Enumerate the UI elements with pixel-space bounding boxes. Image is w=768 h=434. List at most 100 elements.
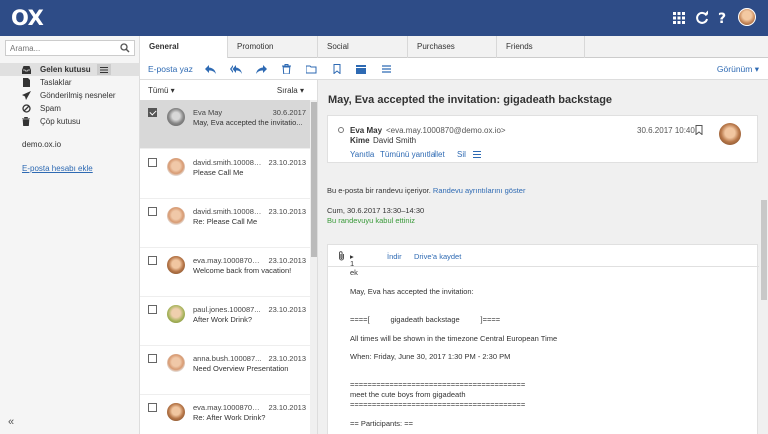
filter-dropdown[interactable]: Tümü ▾ <box>148 86 175 95</box>
folder-sent[interactable]: Gönderilmiş nesneler <box>0 89 140 102</box>
sender-avatar <box>167 305 185 323</box>
tab-promotion[interactable]: Promotion <box>228 36 318 58</box>
archive-icon[interactable] <box>355 63 367 75</box>
sender-avatar <box>167 158 185 176</box>
forward-icon[interactable] <box>255 63 267 75</box>
collapse-sidebar-icon[interactable]: « <box>8 416 14 428</box>
reply-all-button[interactable]: Tümünü yanıtla <box>380 150 435 159</box>
message-subject: May, Eva accepted the invitatio... <box>193 118 303 127</box>
message-date: 23.10.2013 <box>268 256 306 265</box>
body-line: ======================================== <box>350 380 526 389</box>
compose-button[interactable]: E-posta yaz <box>148 64 193 74</box>
more-menu-icon[interactable] <box>380 63 392 75</box>
sent-icon <box>21 91 31 100</box>
folder-drafts[interactable]: Taslaklar <box>0 76 140 89</box>
message-from: david.smith.100087... <box>193 207 263 216</box>
add-account-link[interactable]: E-posta hesabı ekle <box>22 164 93 173</box>
message-body-card: 1 ek ▸ İndir Drive'a kaydet May, Eva has… <box>327 244 759 434</box>
folder-spam[interactable]: Spam <box>0 102 140 115</box>
message-checkbox[interactable] <box>148 158 157 167</box>
sort-dropdown[interactable]: Sırala ▾ <box>277 86 304 95</box>
appointment-time: Cum, 30.6.2017 13:30–14:30 <box>327 206 425 215</box>
tab-general[interactable]: General <box>140 36 228 59</box>
message-checkbox[interactable] <box>148 354 157 363</box>
top-bar: OX ? <box>0 0 768 36</box>
account-name[interactable]: demo.ox.io <box>22 140 61 149</box>
tab-social[interactable]: Social <box>318 36 408 58</box>
appointment-details-link[interactable]: Randevu ayrıntılarını göster <box>433 186 526 195</box>
user-avatar[interactable] <box>738 8 756 26</box>
sender-avatar <box>167 256 185 274</box>
message-checkbox[interactable] <box>148 207 157 216</box>
folder-label: Gelen kutusu <box>40 65 91 74</box>
message-date: 23.10.2013 <box>268 354 306 363</box>
message-row[interactable]: david.smith.100087... 23.10.2013 Please … <box>140 150 310 199</box>
sender-avatar <box>167 108 185 126</box>
help-icon[interactable]: ? <box>714 10 730 26</box>
message-row[interactable]: eva.may.1000870@... 23.10.2013 Welcome b… <box>140 248 310 297</box>
bookmark-icon[interactable] <box>331 63 343 75</box>
message-row[interactable]: Eva May 30.6.2017 May, Eva accepted the … <box>140 100 310 149</box>
folder-label: Çöp kutusu <box>40 117 81 126</box>
inbox-icon <box>21 65 31 74</box>
delete-icon[interactable] <box>280 63 292 75</box>
apps-grid-icon[interactable] <box>671 10 687 26</box>
detail-scrollbar-thumb[interactable] <box>761 200 767 300</box>
list-header: Tümü ▾ Sırala ▾ <box>140 80 310 100</box>
message-title: May, Eva accepted the invitation: gigade… <box>328 94 613 106</box>
attachment-count[interactable]: 1 ek ▸ <box>350 252 358 277</box>
sender-email: <eva.may.1000870@demo.ox.io> <box>386 126 506 135</box>
message-datetime: 30.6.2017 10:40 <box>637 126 695 135</box>
search-input[interactable] <box>6 41 114 55</box>
reply-icon[interactable] <box>204 63 216 75</box>
unread-indicator-icon[interactable] <box>338 127 344 133</box>
message-date: 23.10.2013 <box>268 305 306 314</box>
delete-button[interactable]: Sil <box>457 150 466 159</box>
recipient-name[interactable]: David Smith <box>373 136 416 145</box>
message-checkbox[interactable] <box>148 403 157 412</box>
tab-friends[interactable]: Friends <box>497 36 585 58</box>
message-subject: Welcome back from vacation! <box>193 266 292 275</box>
body-line: May, Eva has accepted the invitation: <box>350 287 474 296</box>
draft-icon <box>21 78 31 87</box>
forward-button[interactable]: İlet <box>434 150 445 159</box>
more-actions-icon[interactable] <box>473 151 481 158</box>
category-tabs: General Promotion Social Purchases Frien… <box>140 36 768 59</box>
message-row[interactable]: paul.jones.100087... 23.10.2013 After Wo… <box>140 297 310 346</box>
appointment-notice-text: Bu e-posta bir randevu içeriyor. <box>327 186 431 195</box>
message-from: paul.jones.100087... <box>193 305 261 314</box>
reply-all-icon[interactable] <box>230 63 242 75</box>
attachment-count-label: 1 ek <box>350 259 358 277</box>
save-to-drive-button[interactable]: Drive'a kaydet <box>414 252 461 261</box>
ox-logo[interactable]: OX <box>11 6 44 30</box>
message-row[interactable]: david.smith.100087... 23.10.2013 Re: Ple… <box>140 199 310 248</box>
message-header-card: Eva May <eva.may.1000870@demo.ox.io> Kim… <box>327 115 758 163</box>
view-dropdown[interactable]: Görünüm ▾ <box>717 64 759 75</box>
message-row[interactable]: eva.may.1000870@... 23.10.2013 Re: After… <box>140 395 310 434</box>
download-button[interactable]: İndir <box>387 252 402 261</box>
flag-icon[interactable] <box>695 125 703 135</box>
message-subject: After Work Drink? <box>193 315 253 324</box>
tab-purchases[interactable]: Purchases <box>408 36 497 58</box>
message-checkbox[interactable] <box>148 305 157 314</box>
sort-label: Sırala <box>276 86 298 95</box>
message-subject: Re: After Work Drink? <box>193 413 266 422</box>
message-from: Eva May <box>193 108 223 117</box>
search-field[interactable] <box>5 40 135 56</box>
folder-sidebar: Gelen kutusu Taslaklar Gönderilmiş nesne… <box>0 36 140 434</box>
refresh-icon[interactable] <box>694 10 710 26</box>
message-checkbox[interactable] <box>148 256 157 265</box>
reply-button[interactable]: Yanıtla <box>350 150 374 159</box>
list-scrollbar-thumb[interactable] <box>311 102 317 257</box>
folder-inbox[interactable]: Gelen kutusu <box>0 63 140 76</box>
body-line: ======================================== <box>350 400 526 409</box>
move-folder-icon[interactable] <box>305 63 317 75</box>
search-icon[interactable] <box>120 43 130 53</box>
folder-label: Gönderilmiş nesneler <box>40 91 116 100</box>
sender-name[interactable]: Eva May <box>350 126 382 135</box>
body-line: == Participants: == <box>350 419 413 428</box>
message-row[interactable]: anna.bush.100087... 23.10.2013 Need Over… <box>140 346 310 395</box>
folder-trash[interactable]: Çöp kutusu <box>0 115 140 128</box>
folder-menu-icon[interactable] <box>97 64 111 75</box>
message-checkbox[interactable] <box>148 108 157 117</box>
